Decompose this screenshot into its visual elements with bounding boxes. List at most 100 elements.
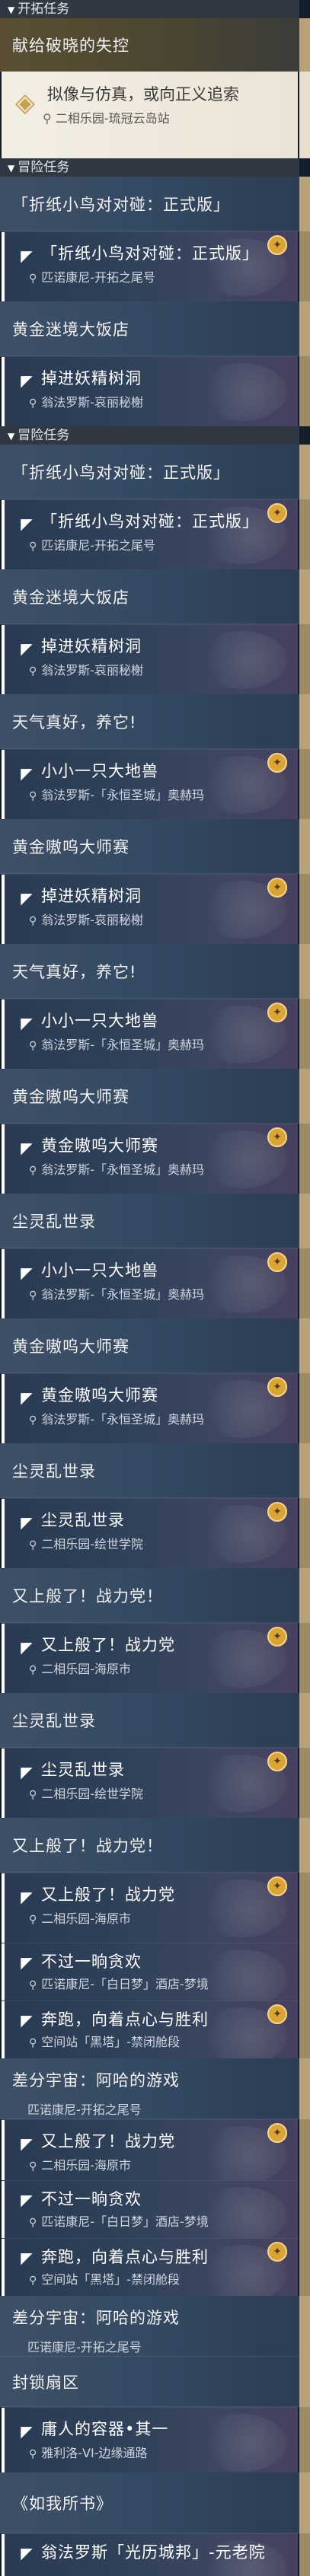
quest-group-header[interactable]: 尘灵乱世录 — [0, 1443, 299, 1498]
quest-marker-icon: ◤ — [21, 1014, 33, 1032]
card-art — [196, 2187, 287, 2238]
side-strip — [299, 1568, 310, 1623]
quest-card[interactable]: ◤ 不过一晌贪欢 ⚲ 匹诺康尼-「白日梦」酒店-梦境 — [2, 1943, 298, 2001]
quest-group-title: 尘灵乱世录 — [12, 1462, 96, 1481]
trailblaze-gem-icon: ◈ — [14, 88, 36, 118]
location-text: 二相乐园-绘世学院 — [41, 1787, 144, 1801]
quest-card[interactable]: ◤ 尘灵乱世录 ⚲ 二相乐园-绘世学院 ✦ — [2, 1748, 298, 1818]
quest-group-header[interactable]: 黄金嗷呜大师赛 — [0, 1318, 299, 1373]
quest-location: ⚲ 翁法罗斯-哀丽秘榭 — [29, 660, 143, 678]
quest-group-title: 天气真好，养它! — [12, 962, 137, 981]
quest-group-header[interactable]: 天气真好，养它! — [0, 694, 299, 749]
quest-card[interactable]: ◤ 掉进妖精树洞 ⚲ 翁法罗斯-哀丽秘榭 — [2, 624, 298, 694]
quest-title: 小小一只大地兽 — [41, 1012, 158, 1030]
quest-card[interactable]: ◤ 「折纸小鸟对对碰：正式版」 ⚲ 匹诺康尼-开拓之尾号 ✦ — [2, 499, 298, 569]
location-pin-icon: ⚲ — [29, 1414, 37, 1427]
quest-group-title: 黄金嗷呜大师赛 — [12, 1087, 129, 1106]
card-accent-bar — [2, 500, 5, 569]
quest-marker-icon: ◤ — [21, 2422, 33, 2441]
quest-location: ⚲ 翁法罗斯-「永恒圣城」奥赫玛 — [29, 1284, 204, 1302]
card-accent-bar — [2, 357, 5, 426]
selected-quest-card[interactable]: ◈ 拟像与仿真，或向正义追索 ⚲ 二相乐园-琉冠云岛站 — [2, 72, 298, 158]
location-pin-icon: ⚲ — [29, 397, 37, 410]
quest-card[interactable]: ◤ 奔跑，向着点心与胜利 ⚲ 空间站「黑塔」-禁闭舱段 ✦ — [2, 2238, 298, 2296]
quest-card[interactable]: ◤ 庸人的容器•其一 ⚲ 雅利洛-VI-边缘通路 — [2, 2407, 298, 2472]
quest-title: 奔跑，向着点心与胜利 — [41, 2010, 209, 2029]
reward-coin-icon: ✦ — [267, 503, 287, 523]
quest-location: ⚲ 匹诺康尼-「白日梦」酒店-梦境 — [29, 2211, 209, 2230]
quest-card[interactable]: ◤ 不过一晌贪欢 ⚲ 匹诺康尼-「白日梦」酒店-梦境 — [2, 2180, 298, 2238]
quest-marker-icon: ◤ — [21, 1763, 33, 1781]
card-accent-bar — [2, 2239, 5, 2296]
quest-card[interactable]: ◤ 奔跑，向着点心与胜利 ⚲ 空间站「黑塔」-禁闭舱段 ✦ — [2, 2001, 298, 2058]
quest-title: 小小一只大地兽 — [41, 1261, 158, 1280]
quest-group-title: 差分宇宙：阿哈的游戏 — [12, 2309, 180, 2327]
quest-group-header[interactable]: 献给破晓的失控 — [0, 18, 299, 72]
quest-card[interactable]: ◤ 黄金嗷呜大师赛 ⚲ 翁法罗斯-「永恒圣城」奥赫玛 ✦ — [2, 1124, 298, 1194]
quest-marker-icon: ◤ — [21, 515, 33, 533]
section-header[interactable]: ▼ 冒险任务 — [0, 158, 299, 177]
quest-location: ⚲ 匹诺康尼-开拓之尾号 — [29, 267, 155, 285]
quest-location: ⚲ 翁法罗斯-哀丽秘榭 — [29, 392, 143, 410]
location-pin-icon: ⚲ — [29, 1290, 37, 1302]
side-strip — [299, 1318, 310, 1373]
quest-card[interactable]: ◤ 又上般了！战力党 ⚲ 二相乐园-海原市 ✦ — [2, 1623, 298, 1693]
quest-group-title: 封锁扇区 — [12, 2373, 79, 2392]
location-text: 二相乐园-绘世学院 — [41, 1537, 144, 1551]
quest-card[interactable]: ◤ 翁法罗斯「光历城邦」-元老院 — [2, 2533, 298, 2576]
quest-group-header[interactable]: 黄金嗷呜大师赛 — [0, 1069, 299, 1124]
quest-title: 拟像与仿真，或向正义追索 — [47, 85, 239, 104]
quest-location: ⚲ 二相乐园-海原市 — [29, 1908, 131, 1927]
chevron-down-icon: ▼ — [8, 163, 15, 174]
quest-group-header[interactable]: 封锁扇区 — [0, 2357, 299, 2407]
quest-card[interactable]: ◤ 小小一只大地兽 ⚲ 翁法罗斯-「永恒圣城」奥赫玛 ✦ — [2, 1248, 298, 1318]
quest-group-header[interactable]: 差分宇宙：阿哈的游戏 匹诺康尼-开拓之尾号 — [0, 2296, 299, 2357]
quest-group-header[interactable]: 又上般了！战力党！ — [0, 1818, 299, 1873]
quest-group-title: 天气真好，养它! — [12, 713, 137, 732]
quest-group-title: 《如我所书》 — [12, 2494, 113, 2513]
side-strip — [299, 1748, 310, 1818]
quest-group-header[interactable]: 黄金迷境大饭店 — [0, 569, 299, 624]
quest-card[interactable]: ◤ 又上般了！战力党 ⚲ 二相乐园-海原市 ✦ — [2, 1873, 298, 1943]
quest-group-header[interactable]: 「折纸小鸟对对碰：正式版」 — [0, 445, 299, 499]
quest-card[interactable]: ◤ 「折纸小鸟对对碰：正式版」 ⚲ 匹诺康尼-开拓之尾号 ✦ — [2, 231, 298, 301]
side-strip — [299, 1943, 310, 2001]
quest-group-header[interactable]: 《如我所书》 — [0, 2472, 299, 2533]
location-pin-icon: ⚲ — [29, 2160, 37, 2173]
side-strip — [299, 301, 310, 356]
quest-group-header[interactable]: 天气真好，养它! — [0, 944, 299, 999]
quest-group-header[interactable]: 黄金嗷呜大师赛 — [0, 819, 299, 874]
quest-card[interactable]: ◤ 又上般了！战力党 ⚲ 二相乐园-海原市 ✦ — [2, 2119, 298, 2180]
quest-group-header[interactable]: 黄金迷境大饭店 — [0, 301, 299, 356]
quest-group-title: 黄金迷境大饭店 — [12, 588, 129, 607]
quest-card[interactable]: ◤ 掉进妖精树洞 ⚲ 翁法罗斯-哀丽秘榭 — [2, 356, 298, 426]
quest-marker-icon: ◤ — [21, 1638, 33, 1656]
quest-title: 黄金嗷呜大师赛 — [41, 1137, 158, 1155]
reward-coin-icon: ✦ — [267, 1627, 287, 1647]
quest-card[interactable]: ◤ 尘灵乱世录 ⚲ 二相乐园-绘世学院 ✦ — [2, 1498, 298, 1568]
quest-group-header[interactable]: 尘灵乱世录 — [0, 1194, 299, 1248]
quest-card[interactable]: ◤ 小小一只大地兽 ⚲ 翁法罗斯-「永恒圣城」奥赫玛 ✦ — [2, 999, 298, 1069]
quest-group-header[interactable]: 尘灵乱世录 — [0, 1693, 299, 1748]
location-text: 二相乐园-琉冠云岛站 — [55, 111, 170, 126]
quest-group-title: 差分宇宙：阿哈的游戏 — [12, 2071, 180, 2090]
location-text: 空间站「黑塔」-禁闭舱段 — [41, 2035, 181, 2049]
quest-group-location: 匹诺康尼-开拓之尾号 — [27, 2103, 142, 2117]
side-strip — [299, 944, 310, 999]
reward-coin-icon: ✦ — [267, 878, 287, 897]
card-accent-bar — [2, 2001, 5, 2058]
card-accent-bar — [2, 1873, 5, 1943]
quest-marker-icon: ◤ — [21, 2011, 33, 2029]
quest-card[interactable]: ◤ 掉进妖精树洞 ⚲ 翁法罗斯-哀丽秘榭 ✦ — [2, 874, 298, 944]
quest-group-header[interactable]: 又上般了！战力党！ — [0, 1568, 299, 1623]
quest-marker-icon: ◤ — [21, 1388, 33, 1407]
quest-card[interactable]: ◤ 小小一只大地兽 ⚲ 翁法罗斯-「永恒圣城」奥赫玛 ✦ — [2, 749, 298, 819]
quest-card[interactable]: ◤ 黄金嗷呜大师赛 ⚲ 翁法罗斯-「永恒圣城」奥赫玛 ✦ — [2, 1373, 298, 1443]
quest-marker-icon: ◤ — [21, 1513, 33, 1532]
card-accent-bar — [2, 625, 5, 694]
section-header[interactable]: ▼ 开拓任务 — [0, 0, 299, 18]
section-header[interactable]: ▼ 冒险任务 — [0, 426, 299, 445]
quest-group-header[interactable]: 「折纸小鸟对对碰：正式版」 — [0, 177, 299, 231]
location-pin-icon: ⚲ — [29, 2217, 37, 2229]
quest-group-header[interactable]: 差分宇宙：阿哈的游戏匹诺康尼-开拓之尾号 — [0, 2058, 299, 2119]
